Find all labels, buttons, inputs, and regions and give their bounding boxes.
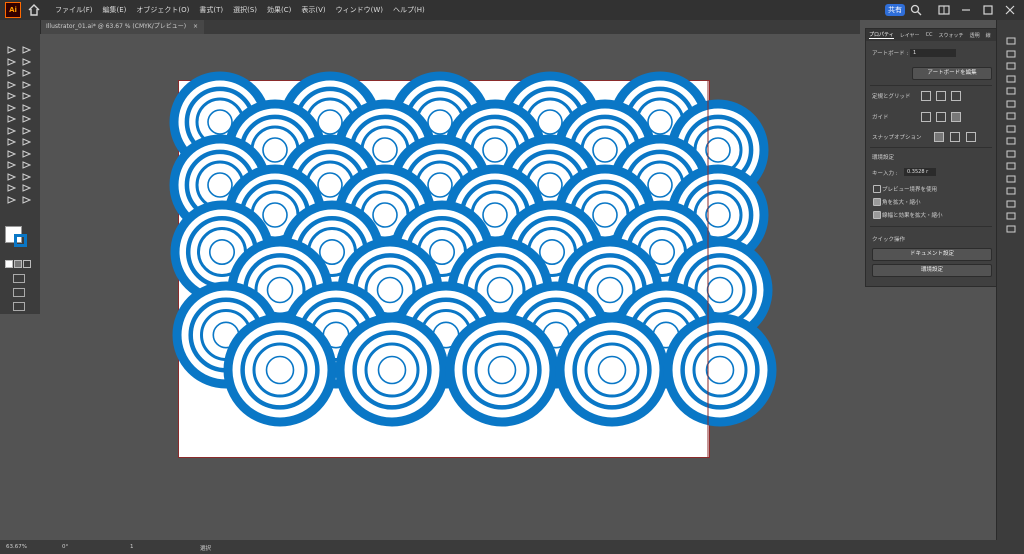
pathfinder-icon[interactable] bbox=[1006, 168, 1016, 182]
guide-label: ガイド bbox=[872, 115, 889, 121]
smart-guides-icon[interactable] bbox=[951, 112, 961, 122]
panel-divider bbox=[870, 85, 992, 86]
scale-corners-checkbox[interactable] bbox=[873, 198, 881, 206]
current-tool: 選択 bbox=[200, 546, 212, 552]
appearance-icon[interactable] bbox=[1006, 130, 1016, 145]
key-input-label: キー入力 : bbox=[872, 171, 898, 177]
panel-tabs: プロパティ レイヤー CC スウォッチ 透明 線 文字 bbox=[866, 29, 1007, 41]
edit-artboard-button[interactable]: アートボードを編集 bbox=[912, 67, 992, 80]
key-input-field[interactable]: 0.3528 r bbox=[904, 168, 936, 176]
tab-stroke[interactable]: 線 bbox=[986, 32, 991, 39]
opentype-icon[interactable] bbox=[1006, 218, 1016, 232]
transform-icon[interactable] bbox=[1006, 180, 1016, 195]
libraries-icon[interactable] bbox=[1006, 55, 1016, 70]
snap-pixel-icon[interactable] bbox=[966, 132, 976, 142]
lock-guides-icon[interactable] bbox=[936, 112, 946, 122]
graphic-styles-icon[interactable] bbox=[1006, 143, 1016, 157]
snap-grid-icon[interactable] bbox=[950, 132, 960, 142]
scale-strokes-label: 線幅と効果を拡大・縮小 bbox=[882, 213, 943, 219]
ruler-icon[interactable] bbox=[921, 91, 931, 101]
grid-icon[interactable] bbox=[936, 91, 946, 101]
document-setup-button[interactable]: ドキュメント設定 bbox=[872, 248, 992, 261]
symbols-icon[interactable] bbox=[1006, 93, 1016, 107]
panel-divider bbox=[870, 226, 992, 227]
pixel-grid-icon[interactable] bbox=[951, 91, 961, 101]
snap-point-icon[interactable] bbox=[934, 132, 944, 142]
paragraph-icon[interactable] bbox=[1006, 205, 1016, 220]
properties-panel-icon[interactable] bbox=[1006, 30, 1016, 45]
quick-actions-label: クイック操作 bbox=[872, 237, 906, 243]
character-icon[interactable] bbox=[1006, 193, 1016, 207]
tab-cc[interactable]: CC bbox=[926, 32, 933, 38]
preferences-button[interactable]: 環境設定 bbox=[872, 264, 992, 277]
layers-panel-icon[interactable] bbox=[1006, 43, 1016, 57]
preview-bounds-label: プレビュー境界を使用 bbox=[882, 187, 938, 193]
transparency-icon[interactable] bbox=[1006, 118, 1016, 132]
rotation-value[interactable]: 0° bbox=[62, 544, 68, 550]
scale-strokes-checkbox[interactable] bbox=[873, 211, 881, 219]
artboard-select[interactable]: 1 bbox=[910, 49, 956, 57]
status-bar: 63.67% 0° 1 選択 bbox=[0, 540, 1024, 554]
panel-divider bbox=[870, 147, 992, 148]
preferences-heading: 環境設定 bbox=[872, 155, 895, 161]
ruler-grid-label: 定規とグリッド bbox=[872, 94, 911, 100]
tab-transparency[interactable]: 透明 bbox=[970, 32, 980, 39]
tab-swatches[interactable]: スウォッチ bbox=[939, 32, 964, 39]
snap-options-label: スナップオプション bbox=[872, 135, 922, 141]
artboard-number[interactable]: 1 bbox=[130, 544, 134, 550]
preview-bounds-checkbox[interactable] bbox=[873, 185, 881, 193]
zoom-level[interactable]: 63.67% bbox=[6, 544, 27, 550]
swatches-icon[interactable] bbox=[1006, 68, 1016, 82]
wave-circle[interactable] bbox=[223, 313, 337, 427]
properties-panel: プロパティ レイヤー CC スウォッチ 透明 線 文字 アートボード : 1 ア… bbox=[865, 28, 1007, 287]
wave-circle[interactable] bbox=[445, 313, 559, 427]
show-guides-icon[interactable] bbox=[921, 112, 931, 122]
align-icon[interactable] bbox=[1006, 155, 1016, 170]
wave-circle[interactable] bbox=[555, 313, 669, 427]
wave-circle[interactable] bbox=[335, 313, 449, 427]
artboard-label: アートボード : bbox=[872, 51, 909, 57]
scale-corners-label: 角を拡大・縮小 bbox=[882, 200, 921, 206]
tab-properties[interactable]: プロパティ bbox=[869, 31, 894, 39]
wave-circle[interactable] bbox=[663, 313, 777, 427]
tab-layers[interactable]: レイヤー bbox=[900, 32, 920, 39]
panel-dock bbox=[996, 20, 1024, 540]
stroke-panel-icon[interactable] bbox=[1006, 105, 1016, 120]
brushes-icon[interactable] bbox=[1006, 80, 1016, 95]
